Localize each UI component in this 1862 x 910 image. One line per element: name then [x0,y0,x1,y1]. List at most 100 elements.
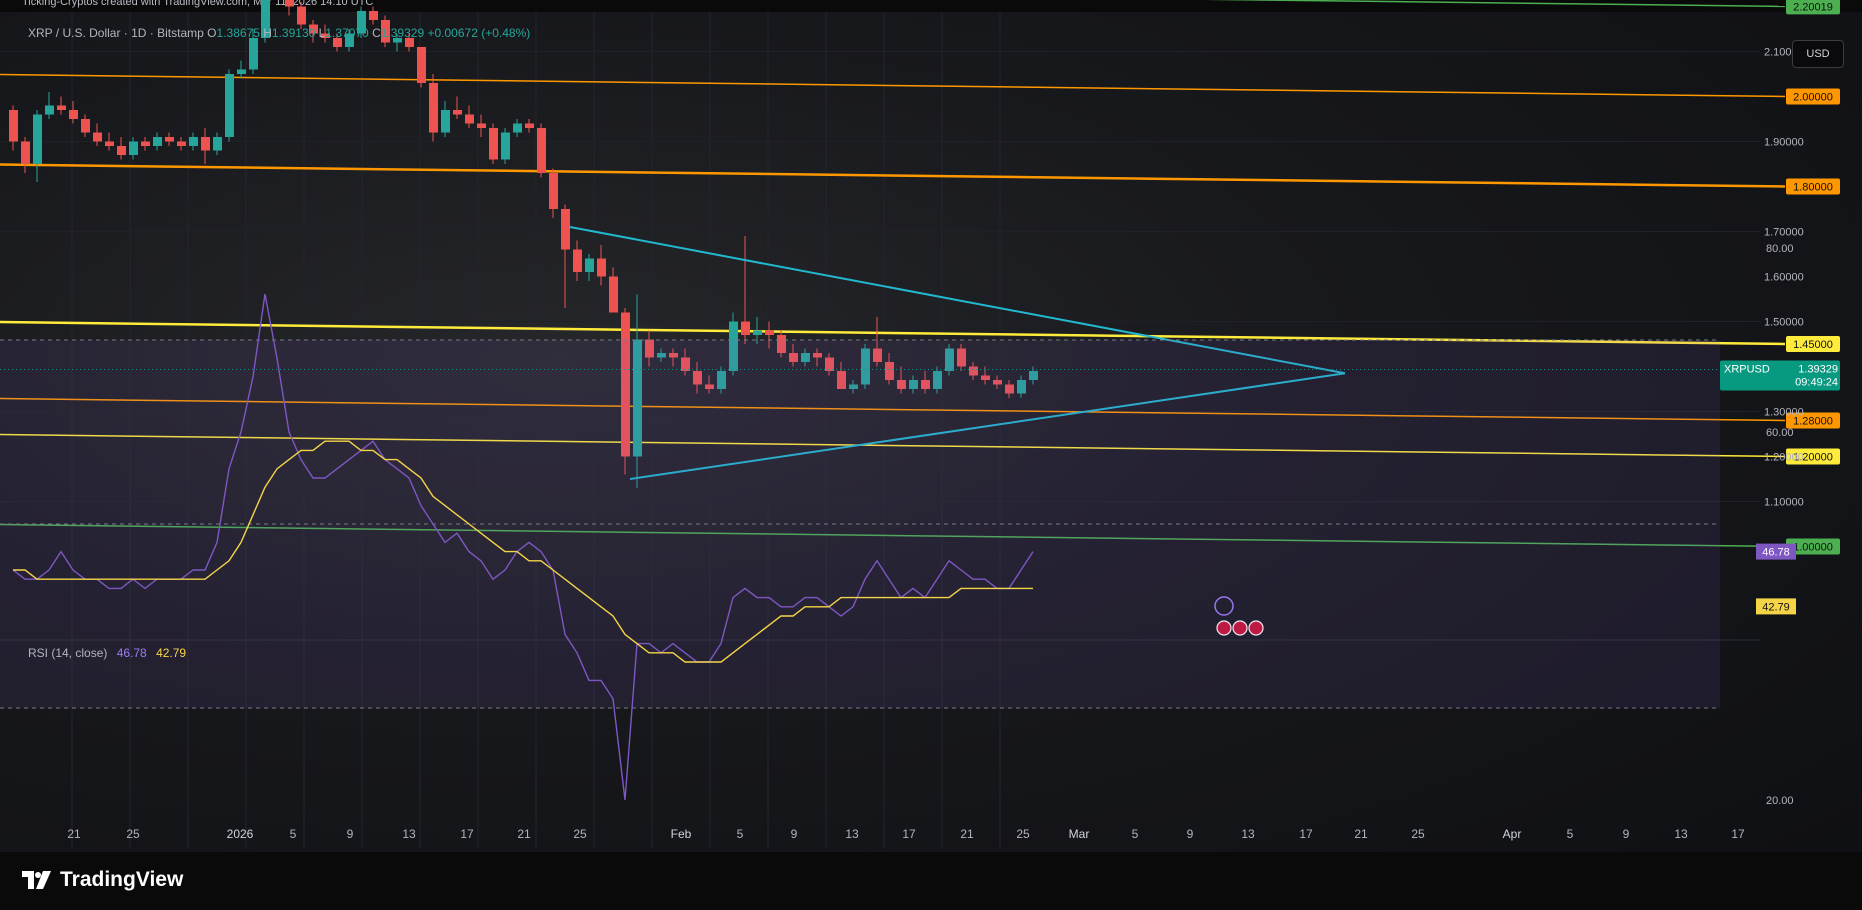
price-scale-label: 1.20000 [1764,452,1804,464]
price-scale-label: 1.70000 [1764,227,1804,239]
candle-body[interactable] [45,105,54,115]
close-label: C [372,26,381,40]
price-tag-countdown: 09:49:24 [1795,377,1838,389]
level-line[interactable] [0,73,1786,98]
level-label: 2.00000 [1793,92,1833,104]
rsi-ma-value: 42.79 [156,646,187,660]
level-label: 1.00000 [1793,542,1833,554]
rsi-title[interactable]: RSI (14, close) [28,646,107,660]
candle-body[interactable] [561,209,570,250]
candle-body[interactable] [129,141,138,156]
candle-body[interactable] [21,141,30,165]
time-axis-label: Mar [1069,827,1090,841]
time-axis-label: 5 [1132,827,1139,841]
candle-body[interactable] [249,38,258,70]
candle-body[interactable] [465,114,474,124]
level-label: 1.80000 [1793,182,1833,194]
candle-body[interactable] [105,141,114,147]
price-scale-label: 1.90000 [1764,137,1804,149]
price-tag-symbol: XRPUSD [1724,364,1770,376]
rsi-legend[interactable]: RSI (14, close) 46.78 42.79 [28,646,186,660]
chart-canvas[interactable]: 2.200192.000001.800001.450001.280001.200… [0,0,1862,852]
candle-body[interactable] [117,146,126,155]
candle-body[interactable] [741,321,750,336]
low-value: 1.37070 [325,26,369,40]
time-axis-label: 2026 [227,827,254,841]
rsi-scale-label: 80.00 [1766,243,1794,255]
candle-body[interactable] [609,276,618,313]
candle-body[interactable] [429,83,438,133]
change-value: +0.00672 (+0.48%) [427,26,531,40]
candle-body[interactable] [525,123,534,129]
time-axis-label: 17 [902,827,916,841]
candle-body[interactable] [153,137,162,146]
level-label: 1.45000 [1793,339,1833,351]
candle-body[interactable] [237,69,246,75]
rsi-ma-tag-text: 42.79 [1762,601,1790,613]
price-scale-label: 1.60000 [1764,272,1804,284]
candle-body[interactable] [9,110,18,142]
time-axis-label: 5 [1567,827,1574,841]
candle-body[interactable] [453,110,462,115]
time-axis-label: 17 [460,827,474,841]
candle-body[interactable] [597,258,606,277]
candle-body[interactable] [513,123,522,133]
candle-body[interactable] [81,119,90,133]
price-scale-label: 1.10000 [1764,497,1804,509]
candle-body[interactable] [93,132,102,142]
tradingview-logo[interactable]: TradingView [22,868,183,892]
time-axis-label: 25 [1016,827,1030,841]
footer-bar: TradingView [0,852,1862,910]
time-axis-label: 21 [960,827,974,841]
candle-body[interactable] [285,0,294,7]
candle-body[interactable] [33,114,42,165]
time-axis-label: 25 [573,827,587,841]
candle-body[interactable] [57,105,66,111]
candle-body[interactable] [417,47,426,83]
currency-button[interactable]: USD [1792,40,1844,68]
level-line[interactable] [0,163,1786,188]
candle-body[interactable] [441,110,450,133]
rsi-scale-label: 60.00 [1766,427,1794,439]
price-scale-label: 1.50000 [1764,317,1804,329]
candle-body[interactable] [177,141,186,147]
time-axis-label: 9 [1623,827,1630,841]
rsi-value-tag-text: 46.78 [1762,547,1790,559]
symbol-legend[interactable]: XRP / U.S. Dollar · 1D · Bitstamp O1.386… [28,26,530,40]
time-axis-label: 5 [737,827,744,841]
high-label: H [263,26,272,40]
time-axis-label: 13 [1674,827,1688,841]
candle-body[interactable] [765,330,774,336]
time-axis-label: Apr [1503,827,1522,841]
candle-body[interactable] [549,173,558,209]
candle-body[interactable] [141,141,150,147]
time-axis-label: 5 [290,827,297,841]
candle-body[interactable] [489,128,498,160]
candle-body[interactable] [189,137,198,146]
candle-body[interactable] [537,128,546,173]
chart-window: Ticking-Cryptos created with TradingView… [0,0,1862,910]
candle-body[interactable] [501,132,510,160]
candle-body[interactable] [585,258,594,273]
level-label: 2.20019 [1793,1,1833,13]
time-axis-label: 13 [1241,827,1255,841]
symbol-name[interactable]: XRP / U.S. Dollar · 1D · Bitstamp [28,26,204,40]
time-axis-label: 17 [1299,827,1313,841]
candle-body[interactable] [165,137,174,142]
candle-body[interactable] [297,6,306,25]
candle-body[interactable] [69,110,78,119]
open-label: O [207,26,217,40]
candle-body[interactable] [369,11,378,20]
time-axis-label: 17 [1731,827,1745,841]
candle-body[interactable] [213,137,222,151]
time-axis-label: 25 [1411,827,1425,841]
tradingview-logo-icon [22,871,51,889]
candle-body[interactable] [225,74,234,137]
candle-body[interactable] [201,137,210,151]
candle-body[interactable] [753,330,762,336]
time-axis-label: 21 [1354,827,1368,841]
candle-body[interactable] [477,123,486,129]
price-scale-label: 1.30000 [1764,407,1804,419]
candle-body[interactable] [573,249,582,273]
rsi-value: 46.78 [116,646,147,660]
